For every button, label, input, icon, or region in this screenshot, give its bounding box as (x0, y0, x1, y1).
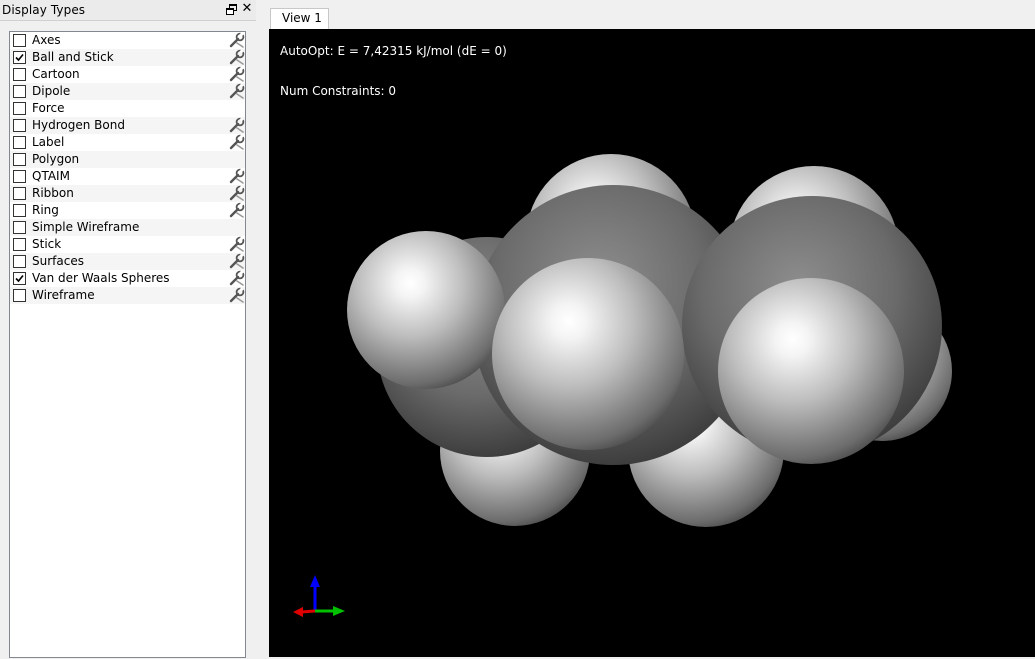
display-type-row-force[interactable]: Force (10, 100, 245, 117)
display-type-label: Force (32, 101, 65, 115)
wrench-icon[interactable] (228, 66, 246, 83)
display-type-row-ring[interactable]: Ring (10, 202, 245, 219)
checkbox[interactable] (13, 204, 26, 217)
wrench-icon[interactable] (228, 32, 246, 49)
display-type-label: Ring (32, 203, 59, 217)
display-type-row-simple-wireframe[interactable]: Simple Wireframe (10, 219, 245, 236)
dock-title-bar: Display Types ✕ (0, 0, 256, 21)
checkbox[interactable] (13, 187, 26, 200)
wrench-icon[interactable] (228, 236, 246, 253)
wrench-icon[interactable] (228, 202, 246, 219)
display-type-row-label[interactable]: Label (10, 134, 245, 151)
dock-title: Display Types (2, 3, 86, 17)
display-type-row-dipole[interactable]: Dipole (10, 83, 245, 100)
display-type-label: Axes (32, 33, 61, 47)
display-type-row-surfaces[interactable]: Surfaces (10, 253, 245, 270)
molecule-render[interactable] (269, 29, 1035, 657)
display-type-label: Ribbon (32, 186, 74, 200)
display-type-row-ribbon[interactable]: Ribbon (10, 185, 245, 202)
display-type-label: Dipole (32, 84, 71, 98)
wrench-icon[interactable] (228, 253, 246, 270)
hydrogen-atom (492, 258, 684, 450)
checkbox[interactable] (13, 34, 26, 47)
wrench-icon[interactable] (228, 168, 246, 185)
display-type-row-van-der-waals-spheres[interactable]: Van der Waals Spheres (10, 270, 245, 287)
checkbox[interactable] (13, 289, 26, 302)
display-type-label: Label (32, 135, 65, 149)
wrench-icon[interactable] (228, 83, 246, 100)
display-type-label: Surfaces (32, 254, 84, 268)
hydrogen-atom (718, 278, 904, 464)
tab-label: View 1 (282, 11, 322, 25)
display-type-row-qtaim[interactable]: QTAIM (10, 168, 245, 185)
display-type-label: Stick (32, 237, 62, 251)
wrench-icon[interactable] (228, 134, 246, 151)
display-type-label: Cartoon (32, 67, 80, 81)
checkbox[interactable] (13, 51, 26, 64)
tab-view-1[interactable]: View 1 (270, 8, 329, 29)
display-type-row-cartoon[interactable]: Cartoon (10, 66, 245, 83)
checkbox[interactable] (13, 85, 26, 98)
checkbox[interactable] (13, 119, 26, 132)
checkbox[interactable] (13, 153, 26, 166)
checkbox[interactable] (13, 102, 26, 115)
checkbox[interactable] (13, 272, 26, 285)
display-type-label: Polygon (32, 152, 80, 166)
checkbox[interactable] (13, 221, 26, 234)
display-type-row-hydrogen-bond[interactable]: Hydrogen Bond (10, 117, 245, 134)
checkbox[interactable] (13, 136, 26, 149)
display-type-row-axes[interactable]: Axes (10, 32, 245, 49)
display-type-label: Hydrogen Bond (32, 118, 125, 132)
close-icon[interactable]: ✕ (241, 1, 253, 17)
wrench-icon[interactable] (228, 49, 246, 66)
display-type-row-ball-and-stick[interactable]: Ball and Stick (10, 49, 245, 66)
display-type-label: QTAIM (32, 169, 70, 183)
display-type-label: Van der Waals Spheres (32, 271, 170, 285)
display-type-row-wireframe[interactable]: Wireframe (10, 287, 245, 304)
checkbox[interactable] (13, 255, 26, 268)
display-types-list: Axes Ball and Stick Cartoon Dipole Force Hydr… (9, 31, 246, 658)
display-type-label: Ball and Stick (32, 50, 114, 64)
wrench-icon[interactable] (228, 287, 246, 304)
hydrogen-atom (347, 231, 505, 389)
checkbox[interactable] (13, 238, 26, 251)
display-type-row-polygon[interactable]: Polygon (10, 151, 245, 168)
wrench-icon[interactable] (228, 117, 246, 134)
checkbox[interactable] (13, 170, 26, 183)
energy-readout: AutoOpt: E = 7,42315 kJ/mol (dE = 0) (280, 44, 507, 58)
float-icon[interactable] (226, 4, 237, 15)
checkbox[interactable] (13, 68, 26, 81)
constraints-readout: Num Constraints: 0 (280, 84, 397, 98)
orientation-axes (293, 575, 345, 617)
wrench-icon[interactable] (228, 270, 246, 287)
display-type-label: Wireframe (32, 288, 95, 302)
molecule-viewport[interactable]: AutoOpt: E = 7,42315 kJ/mol (dE = 0) Num… (269, 29, 1035, 657)
display-type-row-stick[interactable]: Stick (10, 236, 245, 253)
wrench-icon[interactable] (228, 185, 246, 202)
display-type-label: Simple Wireframe (32, 220, 140, 234)
